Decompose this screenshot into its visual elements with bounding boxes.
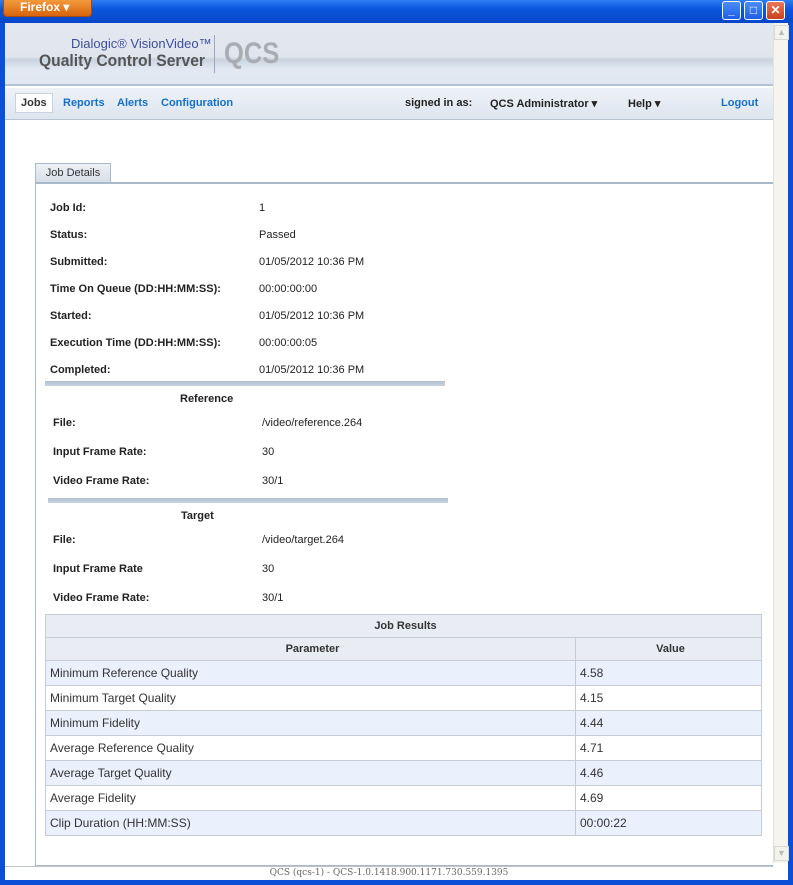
result-parameter: Average Target Quality <box>45 760 576 786</box>
detail-label: Started: <box>50 310 92 322</box>
nav-reports[interactable]: Reports <box>63 97 105 109</box>
browser-content: Dialogic® VisionVideo™ Quality Control S… <box>5 23 789 880</box>
result-value: 00:00:22 <box>575 810 762 836</box>
target-value: /video/target.264 <box>262 534 344 546</box>
target-value: 30 <box>262 563 275 575</box>
result-value: 4.44 <box>575 710 762 736</box>
target-section-title: Target <box>181 510 214 522</box>
job-results-table: Job Results Parameter Value Minimum Refer… <box>45 614 762 836</box>
section-divider <box>48 498 448 503</box>
target-label: Input Frame Rate <box>53 563 143 575</box>
detail-value: 01/05/2012 10:36 PM <box>259 364 365 376</box>
user-menu[interactable]: QCS Administrator ▾ <box>490 97 597 110</box>
detail-label: Time On Queue (DD:HH:MM:SS): <box>50 283 221 295</box>
detail-value: 01/05/2012 10:36 PM <box>259 310 365 322</box>
results-title: Job Results <box>45 614 762 638</box>
nav-configuration[interactable]: Configuration <box>161 97 233 109</box>
reference-section-title: Reference <box>180 393 234 405</box>
result-parameter: Minimum Target Quality <box>45 685 576 711</box>
table-row: Minimum Fidelity 4.44 <box>45 710 762 736</box>
help-menu[interactable]: Help ▾ <box>628 97 660 110</box>
signed-in-label: signed in as: <box>405 97 473 109</box>
logout-link[interactable]: Logout <box>721 97 758 109</box>
logo-product: Quality Control Server <box>39 51 206 70</box>
maximize-icon[interactable]: □ <box>744 1 763 20</box>
table-row: Clip Duration (HH:MM:SS) 00:00:22 <box>45 810 762 836</box>
detail-label: Submitted: <box>50 256 108 268</box>
nav-bar: Jobs Reports Alerts Configuration signed… <box>5 88 773 120</box>
result-parameter: Clip Duration (HH:MM:SS) <box>45 810 576 836</box>
result-value: 4.58 <box>575 660 762 686</box>
vertical-scrollbar[interactable]: ▲ ▼ <box>773 23 789 863</box>
window-titlebar: Firefox ▾ _ □ ✕ <box>0 0 793 23</box>
close-icon[interactable]: ✕ <box>766 1 785 20</box>
detail-label: Status: <box>50 229 88 241</box>
detail-value: 1 <box>259 202 266 214</box>
result-value: 4.69 <box>575 785 762 811</box>
result-parameter: Minimum Fidelity <box>45 710 576 736</box>
reference-label: Input Frame Rate: <box>53 446 147 458</box>
scroll-down-icon[interactable]: ▼ <box>774 846 789 861</box>
section-divider <box>45 381 445 386</box>
target-label: Video Frame Rate: <box>53 592 150 604</box>
result-value: 4.15 <box>575 685 762 711</box>
result-parameter: Minimum Reference Quality <box>45 660 576 686</box>
result-parameter: Average Fidelity <box>45 785 576 811</box>
minimize-icon[interactable]: _ <box>722 1 741 20</box>
reference-value: 30/1 <box>262 475 284 487</box>
column-header-parameter: Parameter <box>45 637 576 661</box>
table-row: Average Reference Quality 4.71 <box>45 735 762 761</box>
firefox-menu-button[interactable]: Firefox ▾ <box>3 0 92 17</box>
version-footer: QCS (qcs-1) - QCS-1.0.1418.900.1171.730.… <box>5 866 773 880</box>
detail-label: Job Id: <box>50 202 87 214</box>
reference-value: /video/reference.264 <box>262 417 363 429</box>
reference-value: 30 <box>262 446 275 458</box>
reference-label: Video Frame Rate: <box>53 475 150 487</box>
detail-label: Completed: <box>50 364 111 376</box>
scroll-up-icon[interactable]: ▲ <box>774 25 789 40</box>
logo-divider <box>214 35 215 73</box>
result-value: 4.71 <box>575 735 762 761</box>
detail-value: Passed <box>259 229 296 241</box>
table-row: Average Target Quality 4.46 <box>45 760 762 786</box>
nav-jobs[interactable]: Jobs <box>15 93 53 113</box>
detail-value: 00:00:00:00 <box>259 283 318 295</box>
logo-mark: QCS <box>224 37 280 70</box>
detail-value: 00:00:00:05 <box>259 337 318 349</box>
logo-brand: Dialogic® VisionVideo™ <box>71 36 212 51</box>
nav-alerts[interactable]: Alerts <box>117 97 148 109</box>
reference-label: File: <box>53 417 76 429</box>
target-label: File: <box>53 534 76 546</box>
detail-label: Execution Time (DD:HH:MM:SS): <box>50 337 221 349</box>
table-row: Average Fidelity 4.69 <box>45 785 762 811</box>
app-header: Dialogic® VisionVideo™ Quality Control S… <box>5 23 773 86</box>
detail-value: 01/05/2012 10:36 PM <box>259 256 365 268</box>
table-row: Minimum Reference Quality 4.58 <box>45 660 762 686</box>
target-value: 30/1 <box>262 592 284 604</box>
result-value: 4.46 <box>575 760 762 786</box>
column-header-value: Value <box>575 637 762 661</box>
table-row: Minimum Target Quality 4.15 <box>45 685 762 711</box>
tab-job-details[interactable]: Job Details <box>35 163 111 183</box>
result-parameter: Average Reference Quality <box>45 735 576 761</box>
